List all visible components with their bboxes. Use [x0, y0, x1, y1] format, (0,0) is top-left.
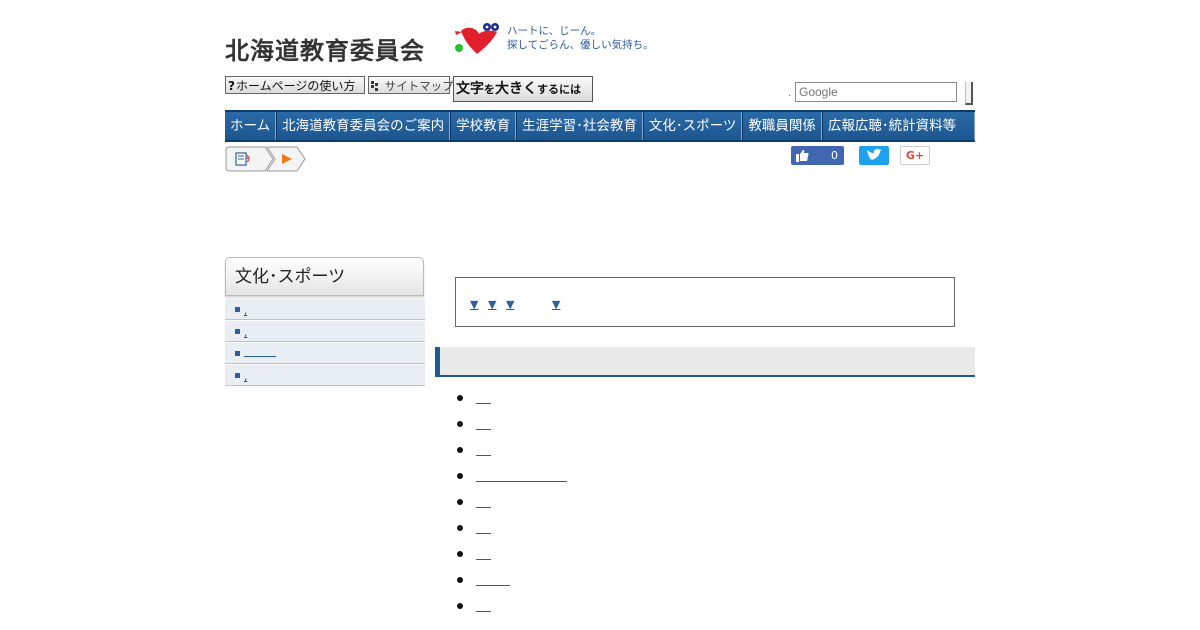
global-nav: ホーム 北海道教育委員会のご案内 学校教育 生涯学習･社会教育 文化･スポーツ … [225, 110, 975, 142]
sitemap-button-label: サイトマップ [384, 79, 454, 93]
bullet-dot-icon [457, 421, 463, 427]
list-item-link[interactable] [476, 599, 491, 612]
bullet-dot-icon [457, 577, 463, 583]
page-anchor-box: ▼ ▼ ▼ ▼ [455, 277, 955, 327]
nav-item-school-education[interactable]: 学校教育 [450, 112, 517, 140]
sidebar-item[interactable] [225, 343, 425, 364]
like-count: 0 [831, 149, 838, 162]
bullet-dot-icon [457, 447, 463, 453]
question-icon: ? [228, 79, 235, 93]
help-button-label: ホームページの使い方 [235, 79, 356, 93]
sidebar-title: 文化･スポーツ [225, 257, 424, 296]
sidebar-item[interactable]: , [225, 321, 425, 342]
sidebar-item-link[interactable] [244, 346, 276, 357]
list-item-link[interactable] [476, 443, 491, 456]
sidebar-list: , , , [225, 299, 425, 387]
page-wrapper: 北海道教育委員会 ハートに、じーん。 探してごらん、優しい気持ち。 ?ホームペー… [225, 0, 975, 630]
anchor-link[interactable]: ▼ [552, 298, 560, 311]
sidebar-item[interactable]: , [225, 365, 425, 386]
thumbs-up-icon [796, 150, 809, 162]
sidebar-item-link[interactable]: , [244, 306, 247, 317]
read-aloud-control[interactable] [225, 146, 307, 172]
tagline-line-1: ハートに、じーん。 [507, 25, 602, 37]
nav-item-culture-sports[interactable]: 文化･スポーツ [642, 112, 743, 140]
sitemap-icon [371, 81, 378, 91]
search-input[interactable] [795, 82, 957, 102]
enlarge-text-label-4: するには [537, 83, 581, 96]
anchor-links: ▼ ▼ ▼ ▼ [470, 298, 566, 311]
list-item-link[interactable] [476, 469, 567, 482]
twitter-share-button[interactable] [859, 146, 889, 165]
tagline: ハートに、じーん。 探してごらん、優しい気持ち。 [507, 24, 654, 52]
search-button[interactable] [965, 82, 973, 105]
bullet-square-icon [235, 351, 240, 356]
anchor-link[interactable]: ▼ [506, 298, 542, 311]
enlarge-text-label-2: を [484, 83, 495, 96]
bullet-dot-icon [457, 473, 463, 479]
nav-item-about[interactable]: 北海道教育委員会のご案内 [276, 112, 451, 140]
bullet-dot-icon [457, 525, 463, 531]
list-item-link[interactable] [476, 547, 491, 560]
bullet-dot-icon [457, 551, 463, 557]
section-heading [435, 347, 975, 377]
list-item-link[interactable] [476, 573, 510, 586]
enlarge-text-button[interactable]: 文字を大きくするには [453, 76, 593, 102]
bullet-square-icon [235, 307, 240, 312]
site-title[interactable]: 北海道教育委員会 [225, 31, 425, 66]
bullet-dot-icon [457, 395, 463, 401]
list-item-link[interactable] [476, 391, 491, 404]
sidebar-item[interactable]: , [225, 299, 425, 320]
nav-item-public-relations[interactable]: 広報広聴･統計資料等 [821, 112, 975, 140]
sitemap-button[interactable]: サイトマップ [368, 76, 454, 94]
twitter-bird-icon [867, 148, 882, 160]
search-prefix: . [788, 88, 792, 99]
enlarge-text-label-1: 文字 [456, 81, 484, 97]
anchor-link[interactable]: ▼ [488, 298, 496, 311]
heart-bird-logo-icon [455, 23, 499, 54]
bullet-square-icon [235, 373, 240, 378]
bullet-square-icon [235, 329, 240, 334]
nav-item-home[interactable]: ホーム [225, 112, 277, 140]
anchor-link[interactable]: ▼ [470, 298, 478, 311]
enlarge-text-label-3: 大きく [495, 81, 537, 97]
sidebar-item-link[interactable]: , [244, 328, 247, 339]
list-item-link[interactable] [476, 417, 491, 430]
nav-item-lifelong-learning[interactable]: 生涯学習･社会教育 [516, 112, 643, 140]
list-item-link[interactable] [476, 521, 491, 534]
bullet-dot-icon [457, 499, 463, 505]
google-plus-share-button[interactable]: G+ [900, 146, 930, 165]
facebook-like-button[interactable]: 0 [791, 146, 844, 165]
tagline-line-2: 探してごらん、優しい気持ち。 [507, 39, 654, 51]
help-button[interactable]: ?ホームページの使い方 [225, 76, 365, 94]
sidebar-item-link[interactable]: , [244, 372, 247, 383]
list-item-link[interactable] [476, 495, 491, 508]
nav-item-staff[interactable]: 教職員関係 [742, 112, 822, 140]
bullet-dot-icon [457, 603, 463, 609]
